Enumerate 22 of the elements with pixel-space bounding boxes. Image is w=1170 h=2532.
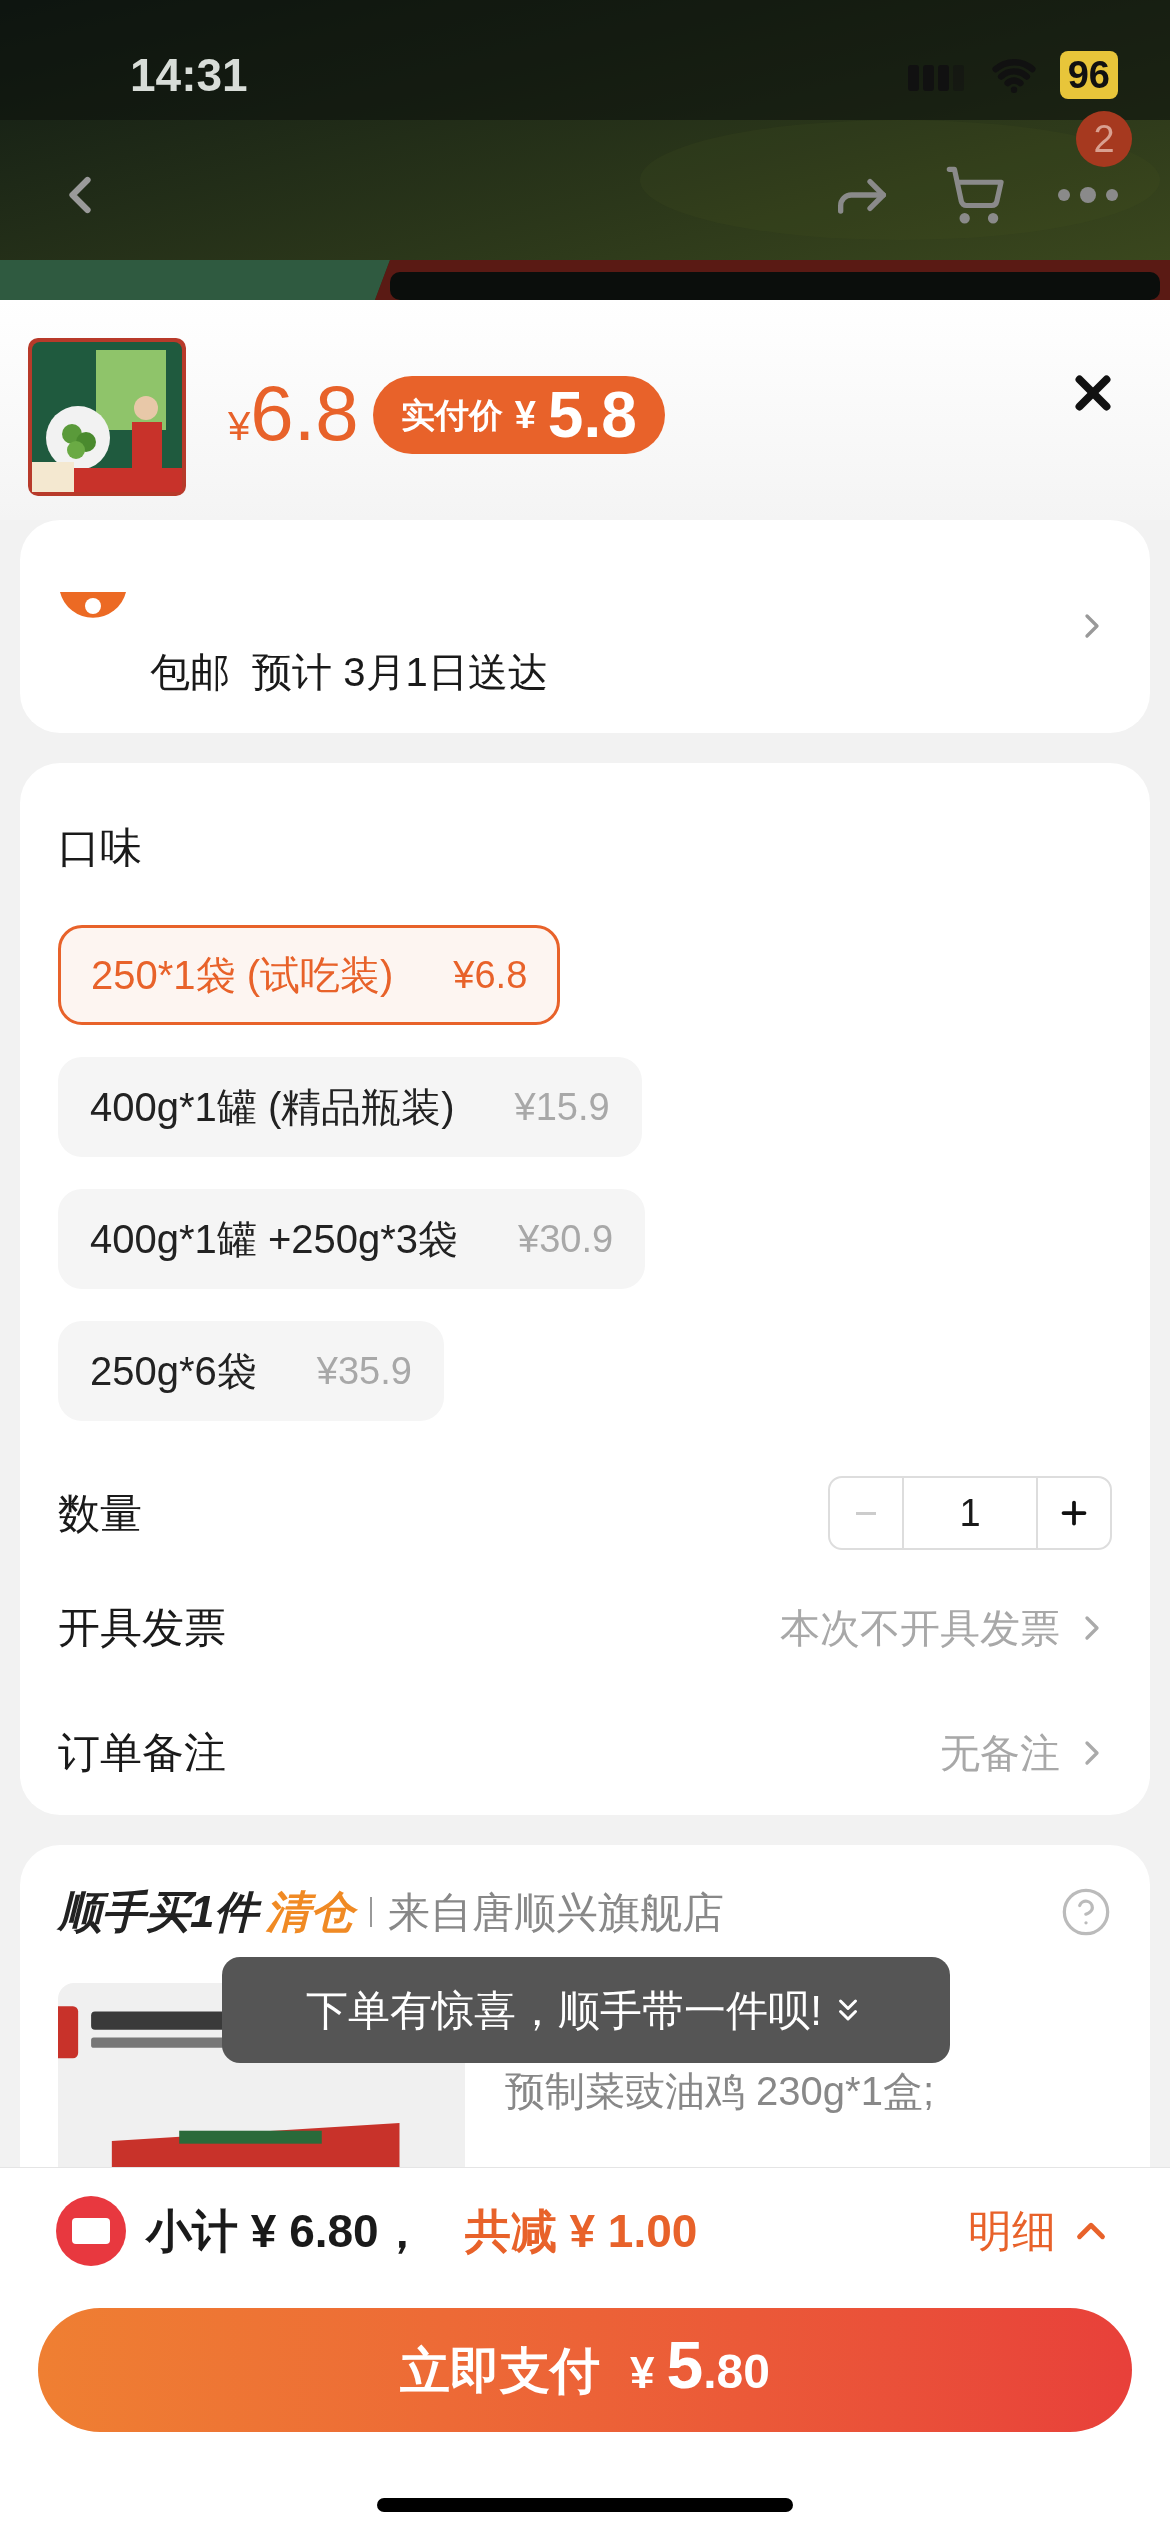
option-chip[interactable]: 250g*6袋 ¥35.9 xyxy=(58,1321,444,1421)
delivery-info: 包邮 预计 3月1日送达 xyxy=(150,648,548,696)
paid-price-badge: 实付价 ¥ 5.8 xyxy=(372,376,665,454)
settings-row[interactable]: 订单备注 无备注 xyxy=(58,1690,1112,1815)
cart-button[interactable] xyxy=(944,164,1006,226)
discount-total: 共减 ¥ 1.00 xyxy=(464,2203,698,2259)
quantity-label: 数量 xyxy=(58,1488,142,1539)
delivery-card[interactable]: 包邮 预计 3月1日送达 xyxy=(20,520,1150,733)
option-title: 口味 xyxy=(58,823,143,873)
quantity-value: 1 xyxy=(902,1478,1038,1549)
subtotal: 小计 ¥ 6.80， xyxy=(146,2203,425,2259)
toast: 下单有惊喜，顺手带一件呗! xyxy=(222,1957,950,2063)
minus-icon xyxy=(856,1511,876,1515)
settings-row[interactable]: 开具发票 本次不开具发票 xyxy=(58,1565,1112,1691)
help-icon[interactable] xyxy=(1060,1886,1112,1938)
store-name: 来自唐顺兴旗舰店 xyxy=(388,1887,725,1938)
option-chip[interactable]: 400g*1罐 +250g*3袋 ¥30.9 xyxy=(58,1189,646,1289)
option-chip[interactable]: 400g*1罐 (精品瓶装) ¥15.9 xyxy=(58,1057,642,1157)
status-time: 14:31 xyxy=(130,47,248,103)
price: ¥6.8 xyxy=(228,374,359,456)
battery-level: 96 xyxy=(1059,51,1118,99)
addon-description: 预制菜豉油鸡 230g*1盒; xyxy=(505,2068,935,2115)
